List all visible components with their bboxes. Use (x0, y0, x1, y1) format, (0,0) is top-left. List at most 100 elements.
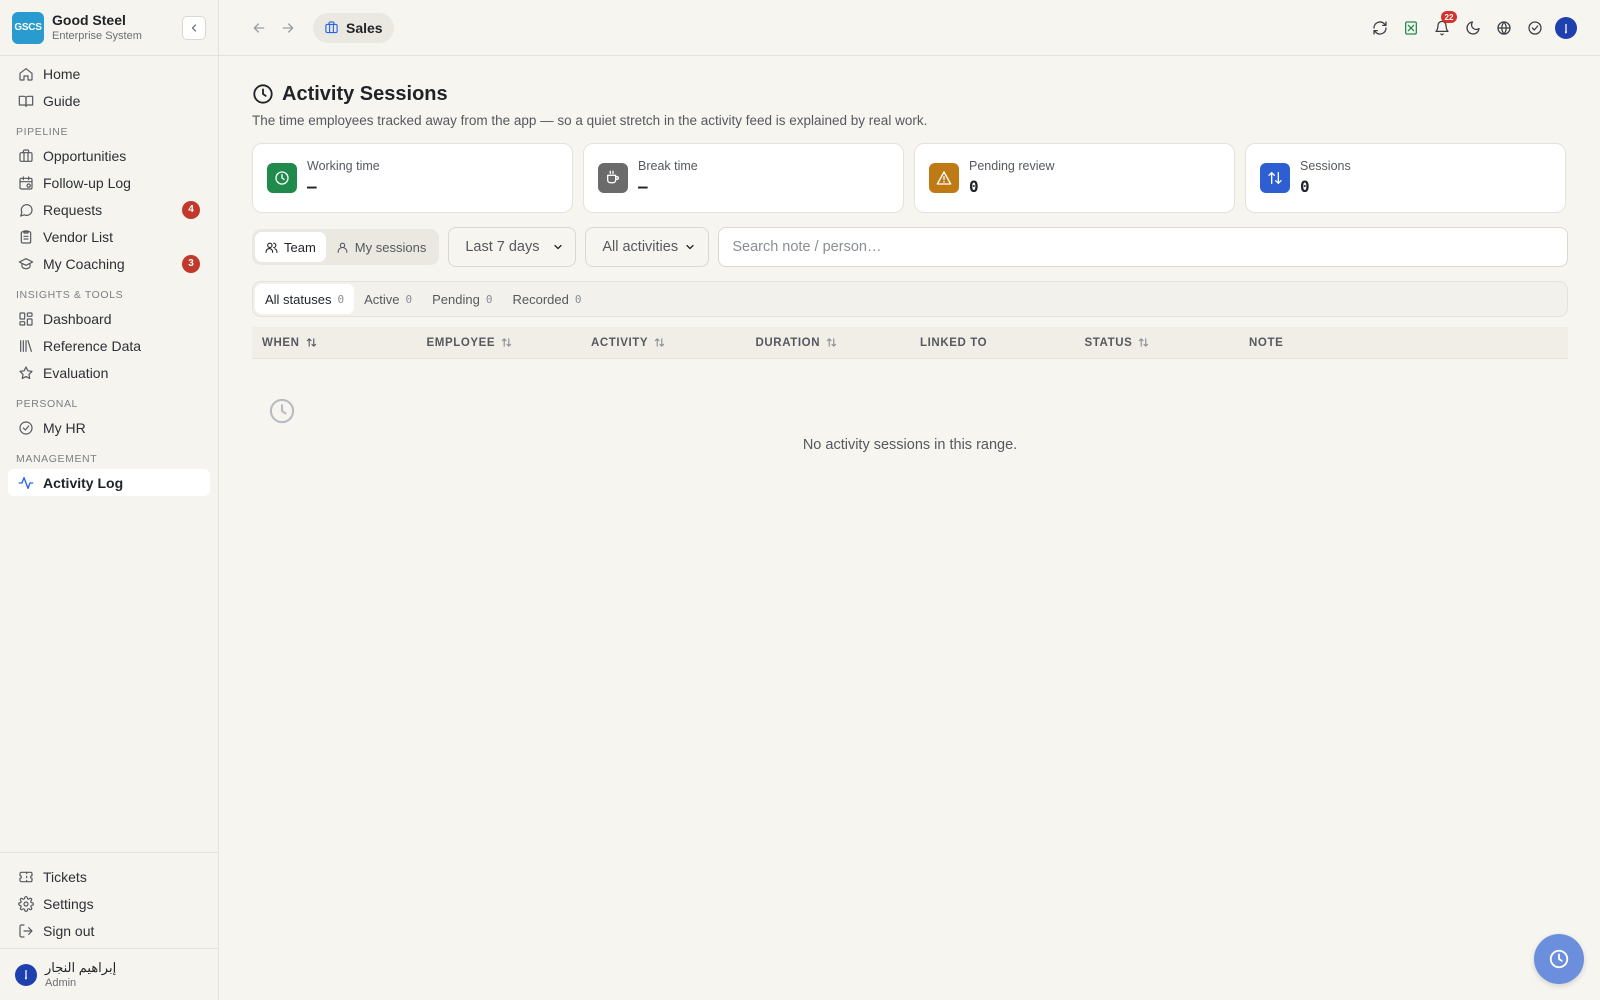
sidebar-item-dashboard[interactable]: Dashboard (8, 305, 210, 332)
column-label: NOTE (1249, 336, 1284, 349)
collapse-sidebar-button[interactable] (182, 15, 206, 40)
sidebar-item-follow-up-log[interactable]: Follow-up Log (8, 169, 210, 196)
sidebar-item-evaluation[interactable]: Evaluation (8, 359, 210, 386)
sidebar: GSCS Good Steel Enterprise System Home G… (0, 0, 219, 1000)
brand-logo[interactable]: GSCS (12, 11, 44, 44)
forward-button[interactable] (276, 16, 300, 40)
column-label: LINKED TO (920, 336, 988, 349)
column-label: EMPLOYEE (426, 336, 496, 349)
column-header-status[interactable]: STATUS (1075, 337, 1240, 349)
column-header-duration[interactable]: DURATION (746, 337, 911, 349)
sidebar-item-requests[interactable]: Requests 4 (8, 196, 210, 223)
sidebar-item-label: Dashboard (43, 310, 112, 327)
chevron-down-icon (686, 244, 694, 250)
sidebar-item-label: Vendor List (43, 228, 114, 245)
sidebar-item-activity-log[interactable]: Activity Log (8, 469, 210, 496)
scope-mine-button[interactable]: My sessions (326, 232, 437, 262)
tab-label: All statuses (265, 291, 332, 307)
sidebar-item-tickets[interactable]: Tickets (8, 863, 210, 890)
requests-count-badge: 4 (182, 200, 200, 219)
sidebar-footer: Tickets Settings Sign out إ إبراهيم النج… (0, 852, 218, 1000)
stat-value: 0 (1300, 177, 1310, 196)
tab-active[interactable]: Active 0 (354, 284, 422, 314)
book-icon (18, 95, 34, 107)
arrows-icon (1268, 172, 1282, 184)
sidebar-item-reference-data[interactable]: Reference Data (8, 332, 210, 359)
section-label-pipeline: PIPELINE (16, 126, 69, 138)
back-button[interactable] (247, 16, 271, 40)
avatar: إ (1555, 17, 1577, 39)
sidebar-item-home[interactable]: Home (8, 60, 210, 87)
stat-value: 0 (969, 177, 979, 196)
sidebar-item-my-hr[interactable]: My HR (8, 414, 210, 441)
stat-card-break-time: Break time — (583, 143, 904, 213)
arrow-right-icon (282, 22, 294, 33)
sidebar-item-label: Follow-up Log (43, 174, 131, 191)
user-profile[interactable]: إ إبراهيم النجار Admin (0, 948, 218, 1000)
logout-icon (19, 923, 33, 938)
tasks-button[interactable] (1521, 14, 1549, 42)
sidebar-item-label: My HR (43, 419, 86, 436)
filter-bar: Team My sessions Last 7 days All activit… (252, 227, 1568, 267)
clock-icon (269, 398, 295, 424)
coaching-count-badge: 3 (182, 254, 200, 273)
stat-value: — (638, 177, 648, 196)
activity-type-select[interactable]: All activities (585, 227, 710, 267)
search-field[interactable] (718, 227, 1568, 267)
language-button[interactable] (1490, 14, 1518, 42)
column-header-employee[interactable]: EMPLOYEE (417, 337, 582, 349)
breadcrumb[interactable]: Sales (313, 12, 394, 43)
tab-recorded[interactable]: Recorded 0 (502, 284, 591, 314)
scope-toggle: Team My sessions (252, 229, 440, 265)
briefcase-icon (325, 21, 338, 34)
refresh-icon (1373, 21, 1387, 35)
date-range-select[interactable]: Last 7 days (448, 227, 577, 267)
scope-team-button[interactable]: Team (255, 232, 326, 262)
chat-icon (20, 203, 33, 217)
calendar-icon (19, 175, 33, 190)
column-label: ACTIVITY (591, 336, 649, 349)
start-session-fab[interactable] (1534, 934, 1584, 984)
stat-label: Pending review (969, 159, 1055, 173)
column-label: DURATION (755, 336, 821, 349)
theme-toggle[interactable] (1459, 14, 1487, 42)
column-header-when[interactable]: WHEN (252, 337, 417, 349)
sidebar-footer-nav: Tickets Settings Sign out (0, 852, 218, 948)
section-label-management: MANAGEMENT (16, 453, 98, 465)
profile-button[interactable]: إ (1552, 14, 1580, 42)
tab-pending[interactable]: Pending 0 (422, 284, 502, 314)
spreadsheet-icon (1405, 21, 1417, 35)
grid-icon (19, 311, 33, 326)
sidebar-item-settings[interactable]: Settings (8, 890, 210, 917)
sort-icon (826, 338, 837, 347)
column-label: STATUS (1084, 336, 1133, 349)
sidebar-item-my-coaching[interactable]: My Coaching 3 (8, 250, 210, 277)
column-header-note: NOTE (1239, 337, 1404, 349)
sidebar-item-vendor-list[interactable]: Vendor List (8, 223, 210, 250)
stat-text: Working time — (307, 158, 380, 198)
stat-card-working-time: Working time — (252, 143, 573, 213)
avatar: إ (15, 963, 37, 986)
stat-card-sessions: Sessions 0 (1245, 143, 1566, 213)
sidebar-item-label: Opportunities (43, 147, 127, 164)
notifications-button[interactable]: 22 (1428, 11, 1457, 42)
sidebar-item-guide[interactable]: Guide (8, 87, 210, 114)
tab-all-statuses[interactable]: All statuses 0 (255, 284, 355, 314)
refresh-button[interactable] (1366, 14, 1394, 42)
column-header-activity[interactable]: ACTIVITY (581, 337, 746, 349)
sidebar-item-label: Sign out (43, 922, 95, 939)
sidebar-item-opportunities[interactable]: Opportunities (8, 142, 210, 169)
clipboard-icon (20, 229, 32, 244)
sort-icon (655, 338, 665, 347)
sidebar-item-label: Settings (43, 895, 94, 912)
stat-label: Sessions (1300, 159, 1351, 173)
tab-count: 0 (574, 292, 582, 306)
brand-header: GSCS Good Steel Enterprise System (0, 0, 218, 56)
spreadsheet-button[interactable] (1397, 14, 1425, 42)
stat-text: Pending review 0 (969, 158, 1054, 198)
sidebar-item-label: Reference Data (43, 337, 142, 354)
search-input[interactable] (732, 239, 1554, 255)
sidebar-item-sign-out[interactable]: Sign out (8, 917, 210, 944)
sidebar-item-label: Activity Log (43, 474, 124, 491)
stat-cards: Working time — Break time — Pending revi… (252, 143, 1568, 213)
